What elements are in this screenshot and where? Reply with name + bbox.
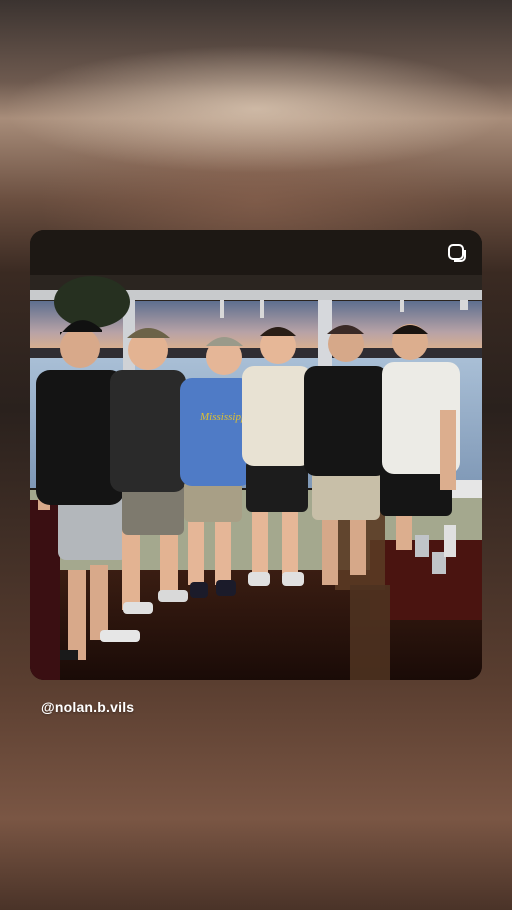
expand-icon bbox=[448, 244, 466, 262]
mention-tag[interactable]: @nolan.b.vils bbox=[41, 699, 134, 715]
svg-text:Mississippi: Mississippi bbox=[199, 411, 250, 423]
expand-button[interactable] bbox=[446, 242, 468, 264]
group-photo: Mississippi bbox=[30, 230, 482, 680]
shared-post-photo[interactable]: Mississippi bbox=[30, 230, 482, 680]
